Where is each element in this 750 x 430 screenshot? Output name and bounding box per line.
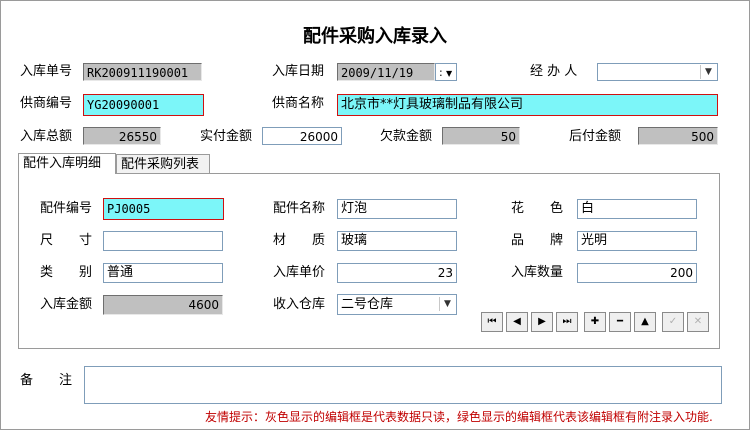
date-label: 入库日期 <box>272 64 325 79</box>
brand-input[interactable]: 光明 <box>577 231 697 251</box>
first-record-icon: ⏮ <box>487 316 497 327</box>
owed-label: 欠款金额 <box>380 129 433 144</box>
category-label: 类 别 <box>40 265 93 280</box>
amount-field: 4600 <box>103 295 223 315</box>
supplier-code-input[interactable]: YG20090001 <box>83 94 204 116</box>
tab-list[interactable]: 配件采购列表 <box>116 154 210 173</box>
check-icon: ✓ <box>668 316 678 327</box>
warehouse-label: 收入仓库 <box>273 297 326 312</box>
warehouse-select[interactable]: 二号仓库 ▼ <box>337 294 457 315</box>
date-field: 2009/11/19 <box>337 63 435 81</box>
cancel-record-button[interactable]: ✕ <box>687 312 709 332</box>
tab-detail[interactable]: 配件入库明细 <box>18 153 116 174</box>
unit-price-input[interactable]: 23 <box>337 263 457 283</box>
size-input[interactable] <box>103 231 223 251</box>
triangle-up-icon: ▲ <box>641 316 649 327</box>
size-label: 尺 寸 <box>40 233 93 248</box>
quantity-label: 入库数量 <box>511 265 564 280</box>
total-label: 入库总额 <box>20 129 73 144</box>
part-name-input[interactable]: 灯泡 <box>337 199 457 219</box>
memo-textarea[interactable] <box>84 366 722 404</box>
owed-field: 50 <box>442 127 520 145</box>
supplier-name-label: 供商名称 <box>272 96 325 111</box>
quantity-input[interactable]: 200 <box>577 263 697 283</box>
later-label: 后付金额 <box>569 129 622 144</box>
first-record-button[interactable]: ⏮ <box>481 312 503 332</box>
hint-text: 友情提示：灰色显示的编辑框是代表数据只读，绿色显示的编辑框代表该编辑框有附注录入… <box>205 410 713 424</box>
receipt-no-field: RK200911190001 <box>83 63 202 81</box>
color-label: 花 色 <box>511 201 564 216</box>
add-record-button[interactable]: ✚ <box>584 312 606 332</box>
minus-icon: ━ <box>616 316 624 327</box>
chevron-down-icon: ▼ <box>446 69 453 78</box>
receipt-no-label: 入库单号 <box>20 64 73 79</box>
part-no-label: 配件编号 <box>40 201 93 216</box>
paid-label: 实付金额 <box>200 129 253 144</box>
part-no-input[interactable]: PJ0005 <box>103 198 224 220</box>
chevron-down-icon[interactable]: ▼ <box>700 65 716 79</box>
date-picker-button[interactable]: : ▼ <box>435 63 457 81</box>
next-record-icon: ▶ <box>538 316 546 327</box>
last-record-icon: ⏭ <box>562 316 572 327</box>
page-title: 配件采购入库录入 <box>303 26 447 47</box>
warehouse-value: 二号仓库 <box>341 297 394 312</box>
memo-label: 备 注 <box>20 373 73 388</box>
cancel-x-icon: ✕ <box>693 316 703 327</box>
last-record-button[interactable]: ⏭ <box>556 312 578 332</box>
total-field: 26550 <box>83 127 161 145</box>
part-name-label: 配件名称 <box>273 201 326 216</box>
prev-record-button[interactable]: ◀ <box>506 312 528 332</box>
chevron-down-icon[interactable]: ▼ <box>439 297 455 311</box>
next-record-button[interactable]: ▶ <box>531 312 553 332</box>
supplier-name-input[interactable]: 北京市**灯具玻璃制品有限公司 <box>337 94 718 116</box>
brand-label: 品 牌 <box>511 233 564 248</box>
material-input[interactable]: 玻璃 <box>337 231 457 251</box>
amount-label: 入库金额 <box>40 297 93 312</box>
unit-price-label: 入库单价 <box>273 265 326 280</box>
material-label: 材 质 <box>273 233 326 248</box>
time-separator-icon: : <box>439 66 443 79</box>
supplier-code-label: 供商编号 <box>20 96 73 111</box>
post-record-button[interactable]: ✓ <box>662 312 684 332</box>
handler-select[interactable]: ▼ <box>597 63 718 81</box>
category-input[interactable]: 普通 <box>103 263 223 283</box>
edit-record-button[interactable]: ▲ <box>634 312 656 332</box>
plus-icon: ✚ <box>590 316 600 327</box>
prev-record-icon: ◀ <box>513 316 521 327</box>
delete-record-button[interactable]: ━ <box>609 312 631 332</box>
handler-label: 经 办 人 <box>530 64 578 79</box>
paid-input[interactable]: 26000 <box>262 127 342 145</box>
later-field: 500 <box>638 127 718 145</box>
color-input[interactable]: 白 <box>577 199 697 219</box>
